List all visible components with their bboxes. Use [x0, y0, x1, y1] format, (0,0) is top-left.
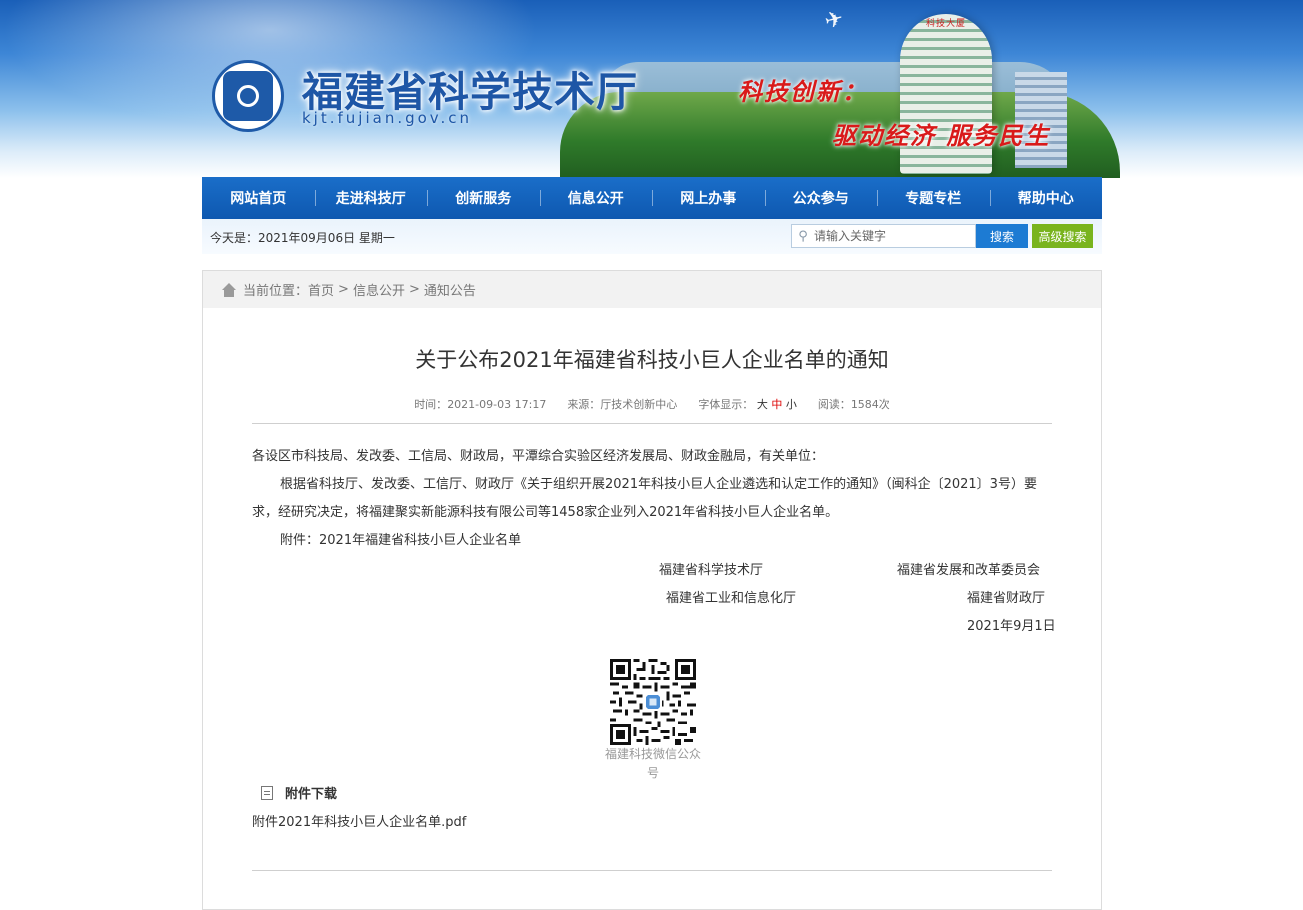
- search-button[interactable]: 搜索: [976, 224, 1028, 248]
- nav-item-public-participation[interactable]: 公众参与: [764, 177, 878, 219]
- attachments-heading: 附件下载: [261, 783, 337, 802]
- signatory-org-1: 福建省科学技术厅: [659, 563, 764, 578]
- meta-source-label: 来源：: [567, 398, 601, 411]
- meta-source: 厅技术创新中心: [600, 398, 678, 411]
- search-input[interactable]: [814, 226, 972, 246]
- nav-item-info-disclosure[interactable]: 信息公开: [539, 177, 653, 219]
- breadcrumb-separator: >: [408, 282, 420, 297]
- article-paragraph: 根据省科技厅、发改委、工信厅、财政厅《关于组织开展2021年科技小巨人企业遴选和…: [252, 477, 1037, 520]
- search-icon: ⚲: [798, 228, 808, 244]
- nav-item-online-services[interactable]: 网上办事: [652, 177, 765, 219]
- breadcrumb-home[interactable]: 首页: [308, 280, 334, 299]
- nav-item-special-topics[interactable]: 专题专栏: [877, 177, 990, 219]
- breadcrumb: 当前位置： 首页 > 信息公开 > 通知公告: [203, 271, 1101, 308]
- slogan-line-1: 科技创新：: [738, 77, 868, 106]
- slogan-line-2: 驱动经济 服务民生: [832, 121, 1051, 150]
- nav-item-about[interactable]: 走进科技厅: [314, 177, 428, 219]
- font-size-medium[interactable]: 中: [771, 398, 782, 411]
- article-salutation: 各设区市科技局、发改委、工信局、财政局，平潭综合实验区经济发展局、财政金融局，有…: [252, 449, 825, 464]
- date-search-bar: 今天是：2021年09月06日 星期一 ⚲ 搜索 高级搜索: [202, 219, 1102, 254]
- meta-time: 2021-09-03 17:17: [447, 398, 547, 411]
- signature-date: 2021年9月1日: [967, 619, 1056, 634]
- signatory-org-3: 福建省工业和信息化厅: [666, 591, 797, 606]
- article-meta: 时间：2021-09-03 17:17 来源：厅技术创新中心 字体显示： 大 中…: [203, 396, 1101, 412]
- article-title: 关于公布2021年福建省科技小巨人企业名单的通知: [415, 348, 889, 372]
- breadcrumb-prefix: 当前位置：: [243, 284, 309, 299]
- home-icon: [221, 282, 237, 297]
- nav-item-help-center[interactable]: 帮助中心: [989, 177, 1103, 219]
- font-size-small[interactable]: 小: [786, 398, 797, 411]
- article-attachment-line: 附件：2021年福建省科技小巨人企业名单: [280, 533, 522, 548]
- tower-sign: 科技大厦: [925, 19, 966, 29]
- meta-font-label: 字体显示：: [698, 398, 754, 411]
- breadcrumb-separator: >: [338, 282, 349, 297]
- article-panel: 当前位置： 首页 > 信息公开 > 通知公告 关于公布2021年福建省科技小巨人…: [202, 270, 1102, 910]
- font-size-large[interactable]: 大: [757, 398, 768, 411]
- site-domain: kjt.fujian.gov.cn: [302, 109, 473, 127]
- divider: [252, 423, 1052, 424]
- site-logo-emblem[interactable]: [212, 60, 284, 132]
- document-icon: [261, 785, 273, 800]
- advanced-search-button[interactable]: 高级搜索: [1032, 224, 1093, 248]
- signatory-org-4: 福建省财政厅: [967, 591, 1046, 606]
- meta-views: 1584次: [850, 398, 890, 411]
- nav-item-home[interactable]: 网站首页: [202, 177, 315, 219]
- attachments-heading-label: 附件下载: [285, 787, 338, 802]
- today-date: 今天是：2021年09月06日 星期一: [210, 231, 395, 245]
- qr-caption: 福建科技微信公众号: [604, 747, 701, 780]
- header-banner: 科技大厦 ✈ 福建省科学技术厅 kjt.fujian.gov.cn 科技创新： …: [0, 0, 1303, 178]
- meta-views-label: 阅读：: [817, 398, 851, 411]
- main-nav: 网站首页 走进科技厅 创新服务 信息公开 网上办事 公众参与 专题专栏 帮助中心: [202, 177, 1102, 219]
- signatory-org-2: 福建省发展和改革委员会: [897, 563, 1041, 578]
- search-box: ⚲: [791, 224, 976, 248]
- emblem-icon: [223, 71, 273, 121]
- divider: [252, 870, 1052, 871]
- breadcrumb-notices[interactable]: 通知公告: [424, 280, 476, 299]
- breadcrumb-info-disclosure[interactable]: 信息公开: [353, 280, 405, 299]
- attachment-download-link[interactable]: 附件2021年科技小巨人企业名单.pdf: [252, 811, 466, 830]
- nav-item-innovation-services[interactable]: 创新服务: [427, 177, 540, 219]
- meta-time-label: 时间：: [414, 398, 448, 411]
- wechat-qr-code: [610, 659, 696, 745]
